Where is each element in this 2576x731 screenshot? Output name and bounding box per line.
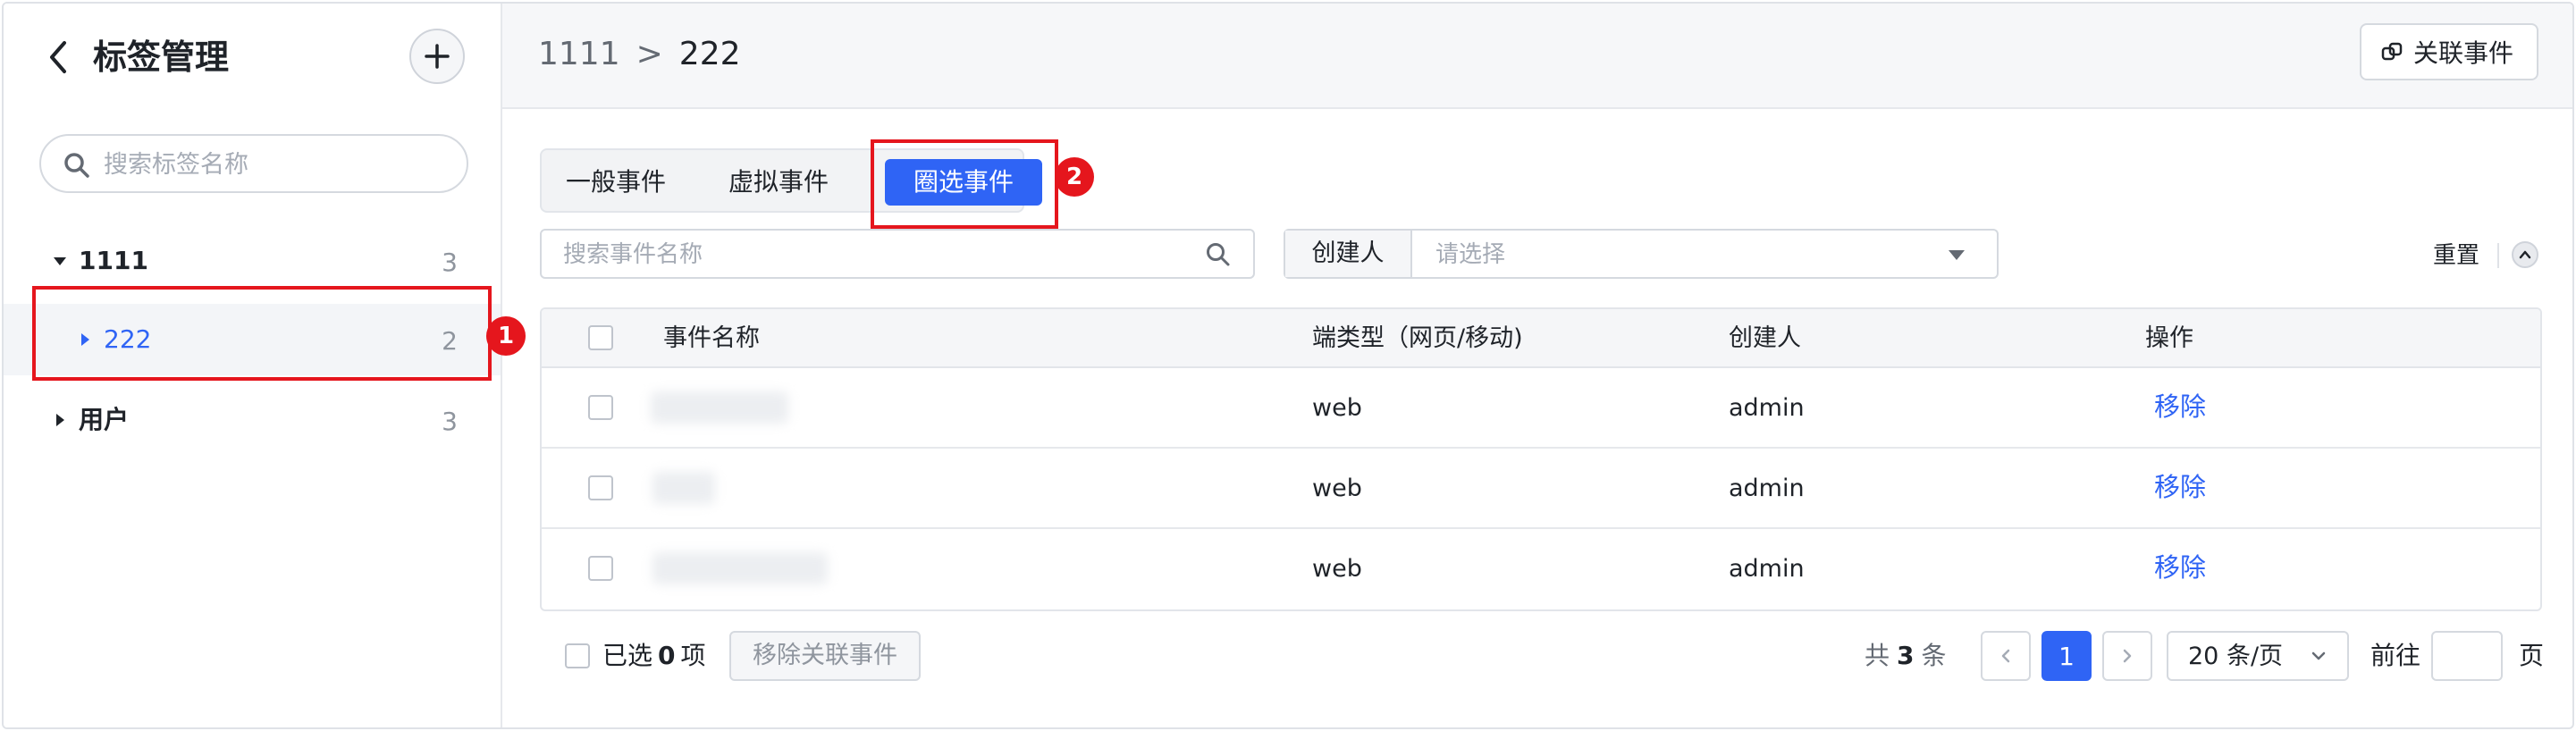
remove-associated-events-button[interactable]: 移除关联事件 (729, 631, 921, 681)
creator-select[interactable]: 创建人 请选择 (1284, 229, 1999, 279)
tab-general-events[interactable]: 一般事件 (558, 159, 674, 206)
events-table: 事件名称 端类型（网页/移动) 创建人 操作 web admin 移除 web … (540, 307, 2542, 611)
page-unit-label: 页 (2519, 641, 2545, 670)
column-header-creator: 创建人 (1729, 324, 1801, 352)
cell-creator: admin (1729, 555, 1805, 583)
search-placeholder: 搜索标签名称 (104, 151, 248, 179)
select-all-footer-checkbox[interactable] (565, 643, 590, 668)
creator-label: 创建人 (1285, 231, 1412, 277)
tree-item-count: 3 (442, 248, 458, 277)
table-row: web admin 移除 (542, 529, 2540, 609)
caret-right-icon[interactable] (52, 412, 68, 428)
breadcrumb: 1111 >222 (538, 30, 741, 79)
selected-prefix: 已选 (602, 641, 653, 670)
table-row: web admin 移除 (542, 368, 2540, 449)
redacted-event-name (652, 552, 828, 584)
annotation-highlight-tab (871, 139, 1058, 229)
column-header-platform: 端类型（网页/移动) (1312, 324, 1523, 352)
chevron-right-icon (2123, 649, 2132, 663)
goto-page-input[interactable] (2431, 631, 2503, 681)
caret-down-icon (1949, 250, 1965, 260)
creator-placeholder: 请选择 (1435, 241, 1506, 268)
total-prefix: 共 (1865, 641, 1890, 670)
tree-item-count: 3 (442, 407, 458, 436)
total-number: 3 (1897, 641, 1915, 670)
breadcrumb-separator: > (636, 36, 663, 72)
tree-item-label: 1111 (79, 246, 148, 275)
page-number-current[interactable]: 1 (2041, 631, 2092, 681)
table-header: 事件名称 端类型（网页/移动) 创建人 操作 (542, 309, 2540, 368)
prev-page-button[interactable] (1981, 631, 2031, 681)
page-size-value: 20 条/页 (2188, 643, 2284, 670)
cell-platform: web (1312, 394, 1362, 422)
tree-item-label: 用户 (79, 405, 130, 434)
tab-virtual-events[interactable]: 虚拟事件 (720, 159, 837, 206)
divider (2497, 243, 2499, 268)
search-icon[interactable] (1205, 241, 1232, 268)
back-arrow-icon[interactable] (45, 39, 72, 75)
remove-link[interactable]: 移除 (2154, 550, 2206, 584)
row-checkbox[interactable] (588, 475, 613, 500)
total-suffix: 条 (1921, 641, 1947, 670)
column-header-event-name: 事件名称 (663, 324, 760, 352)
collapse-filters-button[interactable] (2512, 241, 2538, 268)
search-icon (64, 153, 89, 178)
top-bar: 1111 >222 关联事件 (502, 4, 2572, 109)
row-checkbox[interactable] (588, 395, 613, 420)
cell-creator: admin (1729, 394, 1805, 422)
reset-button[interactable]: 重置 (2433, 238, 2479, 273)
chevron-up-icon (2519, 250, 2531, 259)
column-header-actions: 操作 (2145, 324, 2193, 352)
associate-events-button[interactable]: 关联事件 (2359, 23, 2538, 80)
cell-platform: web (1312, 475, 1362, 502)
select-all-checkbox[interactable] (588, 325, 613, 350)
annotation-badge-2: 2 (1055, 157, 1094, 197)
selected-count: 已选 0 项 (602, 638, 706, 674)
selected-suffix: 项 (680, 641, 706, 670)
search-placeholder: 搜索事件名称 (563, 241, 703, 268)
next-page-button[interactable] (2102, 631, 2152, 681)
chevron-down-icon (2311, 651, 2326, 660)
caret-down-icon[interactable] (52, 253, 68, 269)
breadcrumb-item-current: 222 (678, 36, 741, 72)
page-size-select[interactable]: 20 条/页 (2167, 631, 2349, 681)
table-row: web admin 移除 (542, 449, 2540, 529)
selected-number: 0 (658, 641, 676, 670)
breadcrumb-item[interactable]: 1111 (538, 36, 620, 72)
sidebar-title: 标签管理 (93, 38, 230, 77)
add-tag-button[interactable] (409, 29, 465, 84)
redacted-event-name (651, 391, 788, 424)
remove-link[interactable]: 移除 (2154, 390, 2206, 424)
app-window: 标签管理 搜索标签名称 1111 3 222 2 用户 3 1111 >222 (2, 2, 2574, 729)
row-checkbox[interactable] (588, 556, 613, 581)
remove-link[interactable]: 移除 (2154, 470, 2206, 504)
goto-label: 前往 (2370, 641, 2421, 670)
plus-icon (425, 44, 450, 69)
main-panel: 1111 >222 关联事件 一般事件 虚拟事件 圈选事件 搜索事件名称 创建人 … (502, 4, 2572, 727)
link-icon (2381, 42, 2403, 61)
tag-search-input[interactable]: 搜索标签名称 (39, 134, 468, 193)
cell-platform: web (1312, 555, 1362, 583)
annotation-badge-1: 1 (486, 316, 526, 356)
associate-events-label: 关联事件 (2412, 38, 2513, 68)
total-count: 共3条 (1865, 638, 1947, 674)
redacted-event-name (652, 472, 715, 504)
chevron-left-icon (2001, 649, 2010, 663)
cell-creator: admin (1729, 475, 1805, 502)
annotation-highlight-tree-item (32, 286, 492, 381)
tree-item-user[interactable]: 用户 3 (4, 384, 501, 456)
event-search-input[interactable]: 搜索事件名称 (540, 229, 1255, 279)
